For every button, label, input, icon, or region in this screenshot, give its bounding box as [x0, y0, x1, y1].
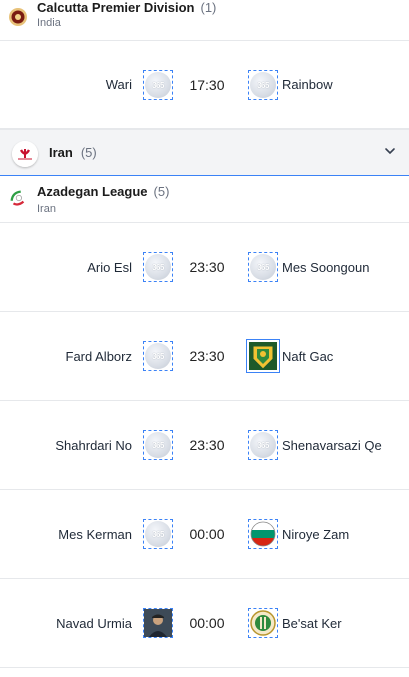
home-team-name: Wari	[105, 77, 132, 92]
home-team-name: Fard Alborz	[65, 348, 132, 364]
country-name: Iran (5)	[49, 145, 97, 160]
match-row[interactable]: Shahrdari No 365 23:30 365 Shenavarsazi …	[0, 401, 409, 490]
away-team-logo-icon: 365	[248, 252, 278, 282]
home-team-name: Shahrdari No	[55, 437, 132, 453]
match-time: 23:30	[189, 348, 225, 364]
away-team-name: Niroye Zam	[282, 526, 350, 542]
away-team-name: Shenavarsazi Qe	[282, 437, 382, 453]
match-row[interactable]: Mes Kerman 365 00:00 Niroye Zam	[0, 490, 409, 579]
country-header-iran[interactable]: Iran (5)	[0, 129, 409, 176]
match-time: 17:30	[189, 76, 225, 93]
league-country: Iran	[37, 203, 56, 215]
home-team-logo-icon	[143, 608, 173, 638]
away-team-name: Be'sat Ker	[282, 615, 342, 631]
away-team-logo-icon: 365	[248, 70, 278, 100]
away-team-logo-icon	[248, 608, 278, 638]
away-team-name: Naft Gac	[282, 348, 334, 364]
away-team-logo-icon	[246, 339, 280, 373]
home-team-name: Mes Kerman	[58, 526, 132, 542]
home-team-logo-icon: 365	[143, 252, 173, 282]
away-team-logo-icon	[248, 519, 278, 549]
match-row[interactable]: Wari 365 17:30 365 Rainbow	[0, 41, 409, 129]
away-team-logo-icon: 365	[248, 430, 278, 460]
home-team-logo-icon: 365	[143, 519, 173, 549]
match-time: 00:00	[189, 615, 225, 631]
match-time: 23:30	[189, 259, 225, 275]
away-team-name: Rainbow	[282, 77, 333, 92]
match-row[interactable]: Fard Alborz 365 23:30 Naft Gac	[0, 312, 409, 401]
home-team-name: Navad Urmia	[56, 615, 132, 631]
chevron-down-icon[interactable]	[383, 144, 397, 158]
home-team-name: Ario Esl	[87, 259, 132, 275]
league-header-azadegan[interactable]: Azadegan League (5) Iran	[0, 176, 409, 223]
league-logo-icon	[8, 188, 28, 208]
league-logo-icon	[8, 7, 28, 27]
away-team-name: Mes Soongoun	[282, 259, 370, 275]
home-team-logo-icon: 365	[143, 430, 173, 460]
iran-flag-icon	[12, 141, 38, 167]
home-team-logo-icon: 365	[143, 70, 173, 100]
home-team-logo-icon: 365	[143, 341, 173, 371]
match-time: 23:30	[189, 437, 225, 453]
league-header-calcutta[interactable]: Calcutta Premier Division (1) India	[0, 0, 409, 41]
league-title: Azadegan League (5)	[37, 184, 170, 199]
match-row[interactable]: Navad Urmia 00:00 Be'sat Ker	[0, 579, 409, 668]
match-row[interactable]: Ario Esl 365 23:30 365 Mes Soongoun	[0, 223, 409, 312]
league-country: India	[37, 17, 61, 29]
match-time: 00:00	[189, 526, 225, 542]
league-title: Calcutta Premier Division (1)	[37, 0, 217, 15]
